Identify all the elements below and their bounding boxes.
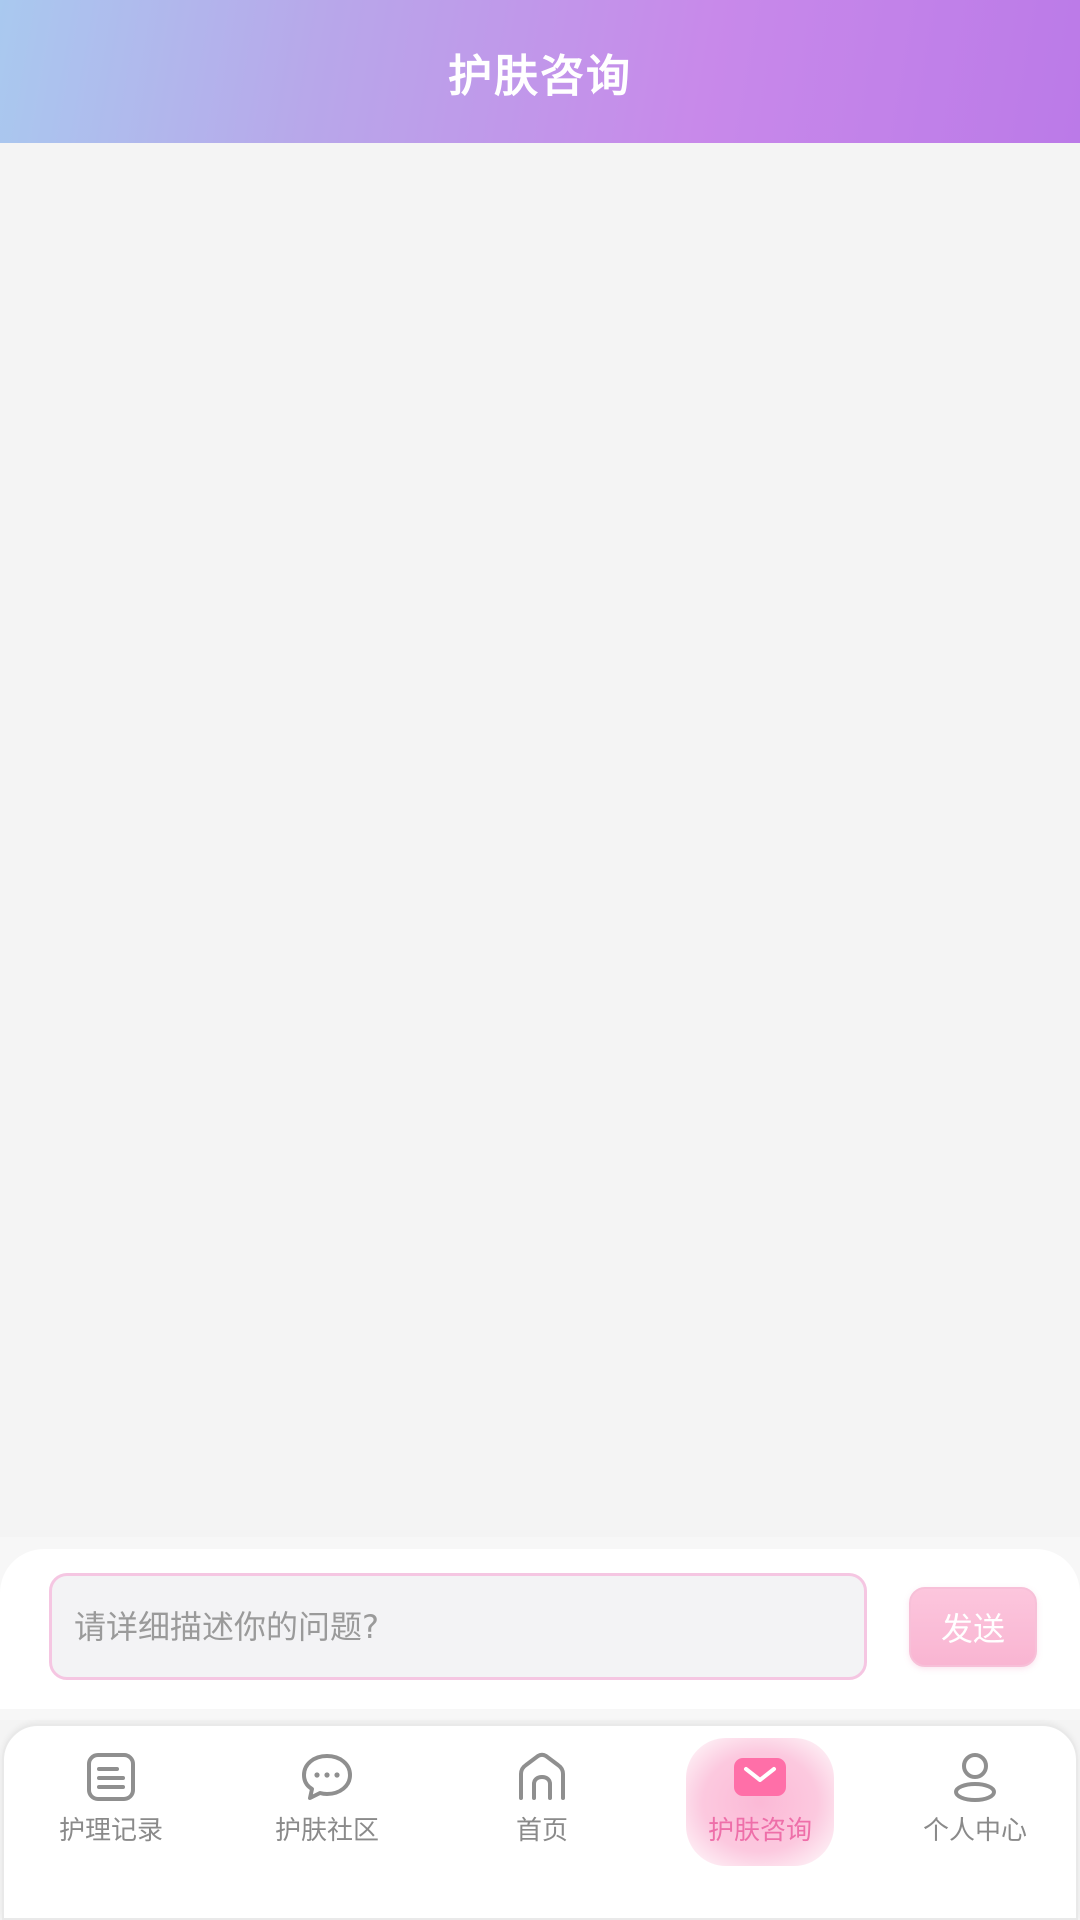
- nav-label: 护肤咨询: [707, 1816, 812, 1846]
- question-input[interactable]: [74, 1576, 864, 1677]
- nav-item-home[interactable]: 首页: [462, 1744, 622, 1864]
- send-button[interactable]: 发送: [909, 1587, 1037, 1667]
- chat-bubble-icon: [302, 1754, 352, 1800]
- bottom-nav: 护理记录 护肤社区 首页 护肤咨询 个人中心: [2, 1724, 1078, 1920]
- user-icon: [954, 1753, 996, 1802]
- composer-container: 发送: [0, 1537, 1080, 1720]
- nav-label: 护肤社区: [274, 1816, 379, 1846]
- notes-icon: [87, 1753, 135, 1801]
- composer-panel: 发送: [0, 1549, 1080, 1709]
- home-icon: [519, 1752, 565, 1800]
- bottom-nav-container: 护理记录 护肤社区 首页 护肤咨询 个人中心: [0, 1720, 1080, 1920]
- nav-label: 首页: [515, 1816, 568, 1846]
- chat-message-list[interactable]: [0, 143, 1080, 1537]
- nav-label: 护理记录: [58, 1816, 163, 1846]
- page-title: 护肤咨询: [448, 50, 632, 102]
- app-header: 护肤咨询: [0, 0, 1080, 143]
- question-input-box[interactable]: [49, 1573, 867, 1680]
- nav-item-profile[interactable]: 个人中心: [895, 1744, 1055, 1864]
- nav-label: 个人中心: [922, 1816, 1027, 1846]
- nav-item-skincare-community[interactable]: 护肤社区: [247, 1744, 407, 1864]
- nav-item-care-records[interactable]: 护理记录: [31, 1744, 191, 1864]
- mail-icon: [734, 1758, 786, 1796]
- nav-item-skincare-consult[interactable]: 护肤咨询: [680, 1744, 840, 1864]
